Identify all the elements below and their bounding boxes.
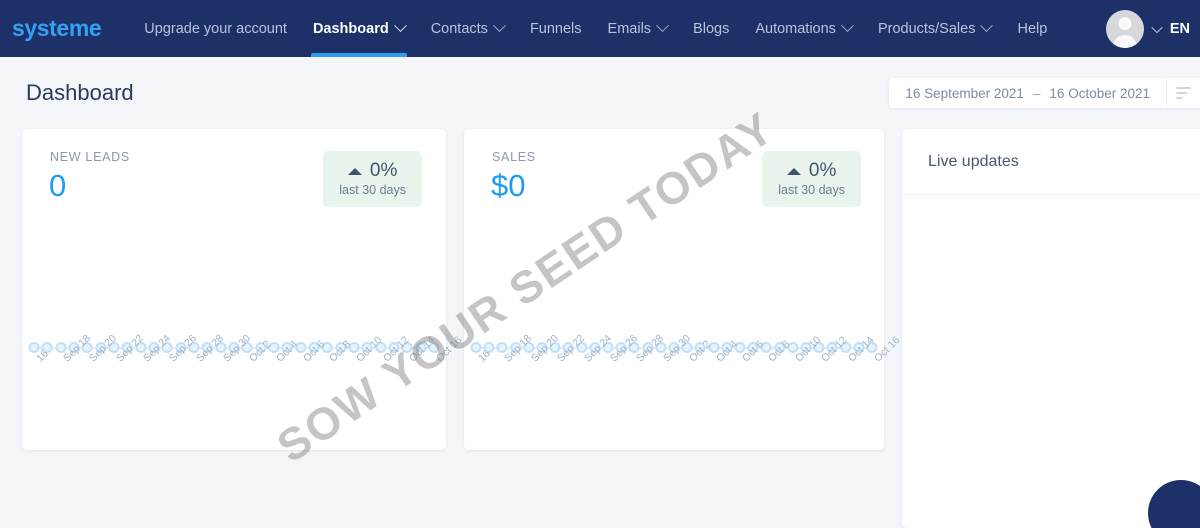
triangle-up-icon xyxy=(786,167,801,175)
date-range-picker[interactable]: 16 September 2021 – 16 October 2021 xyxy=(889,78,1166,108)
date-range-end: 16 October 2021 xyxy=(1049,85,1150,101)
date-range-control: 16 September 2021 – 16 October 2021 xyxy=(889,78,1200,108)
sales-delta-period: last 30 days xyxy=(778,183,845,197)
chevron-down-icon[interactable] xyxy=(493,19,506,33)
nav-item-help[interactable]: Help xyxy=(1004,0,1060,57)
date-range-start: 16 September 2021 xyxy=(905,85,1024,101)
chevron-down-icon[interactable] xyxy=(656,19,669,33)
nav-item-label: Help xyxy=(1017,20,1048,37)
sales-chart: 16 Sep 18 Sep 20 Sep 22 Sep 24 Sep 26 Sep 28 Se… xyxy=(464,330,902,450)
sales-delta-badge: 0% last 30 days xyxy=(762,151,861,207)
chevron-down-icon[interactable] xyxy=(1151,21,1163,33)
sales-delta-percent: 0% xyxy=(808,160,837,181)
live-updates-body xyxy=(902,195,1200,527)
nav-item-blogs[interactable]: Blogs xyxy=(680,0,742,57)
nav-item-label: Dashboard xyxy=(312,20,389,37)
chevron-down-icon[interactable] xyxy=(393,19,407,33)
nav-item-label: Contacts xyxy=(430,20,488,37)
nav-item-list: Upgrade your account Dashboard Contacts Fun… xyxy=(131,0,1060,57)
avatar[interactable] xyxy=(1105,9,1144,48)
chart-x-axis-ticks: 16 Sep 18 Sep 20 Sep 22 Sep 24 Sep 26 Sep 28 Se… xyxy=(34,332,464,426)
chevron-down-icon[interactable] xyxy=(841,19,854,33)
triangle-up-icon xyxy=(347,167,362,175)
new-leads-label: NEW LEADS xyxy=(50,150,130,164)
nav-item-products-sales[interactable]: Products/Sales xyxy=(865,0,1005,57)
chart-x-axis-ticks: 16 Sep 18 Sep 20 Sep 22 Sep 24 Sep 26 Sep 28 Se… xyxy=(476,332,902,426)
nav-item-label: Products/Sales xyxy=(877,20,976,37)
live-updates-title: Live updates xyxy=(902,129,1200,195)
nav-item-upgrade-your-account[interactable]: Upgrade your account xyxy=(131,0,300,57)
new-leads-card: NEW LEADS 0 0% last 30 days 16 Sep 18 Sep … xyxy=(22,129,464,450)
logo[interactable]: systeme xyxy=(12,15,102,42)
page-title: Dashboard xyxy=(26,80,134,105)
page-header: Dashboard 16 September 2021 – 16 October… xyxy=(0,57,1200,129)
new-leads-value: 0 xyxy=(49,168,67,203)
new-leads-delta-period: last 30 days xyxy=(339,183,406,197)
new-leads-chart: 16 Sep 18 Sep 20 Sep 22 Sep 24 Sep 26 Sep 28 Se… xyxy=(22,330,464,450)
language-selector[interactable]: EN xyxy=(1170,21,1190,37)
nav-item-emails[interactable]: Emails xyxy=(595,0,681,57)
chevron-down-icon[interactable] xyxy=(980,19,994,33)
sales-card: SALES $0 0% last 30 days 16 Sep 18 Sep 20 S… xyxy=(464,129,902,450)
nav-item-contacts[interactable]: Contacts xyxy=(418,0,517,57)
nav-item-label: Funnels xyxy=(529,20,582,37)
new-leads-delta-percent: 0% xyxy=(369,160,398,181)
top-navigation-bar: systeme Upgrade your account Dashboard Con… xyxy=(0,0,1200,57)
date-range-separator: – xyxy=(1032,85,1041,101)
nav-item-label: Upgrade your account xyxy=(144,20,287,37)
nav-item-label: Emails xyxy=(607,20,652,37)
sales-value: $0 xyxy=(491,168,526,203)
nav-item-label: Automations xyxy=(755,20,836,37)
nav-item-automations[interactable]: Automations xyxy=(742,0,865,57)
sales-label: SALES xyxy=(492,150,536,164)
new-leads-delta-badge: 0% last 30 days xyxy=(323,151,422,207)
list-filter-icon[interactable] xyxy=(1166,78,1200,108)
nav-item-dashboard[interactable]: Dashboard xyxy=(300,0,418,57)
nav-right-group: EN xyxy=(1105,9,1200,48)
nav-item-funnels[interactable]: Funnels xyxy=(517,0,595,57)
nav-item-label: Blogs xyxy=(693,20,730,37)
live-updates-card: Live updates xyxy=(902,129,1200,528)
